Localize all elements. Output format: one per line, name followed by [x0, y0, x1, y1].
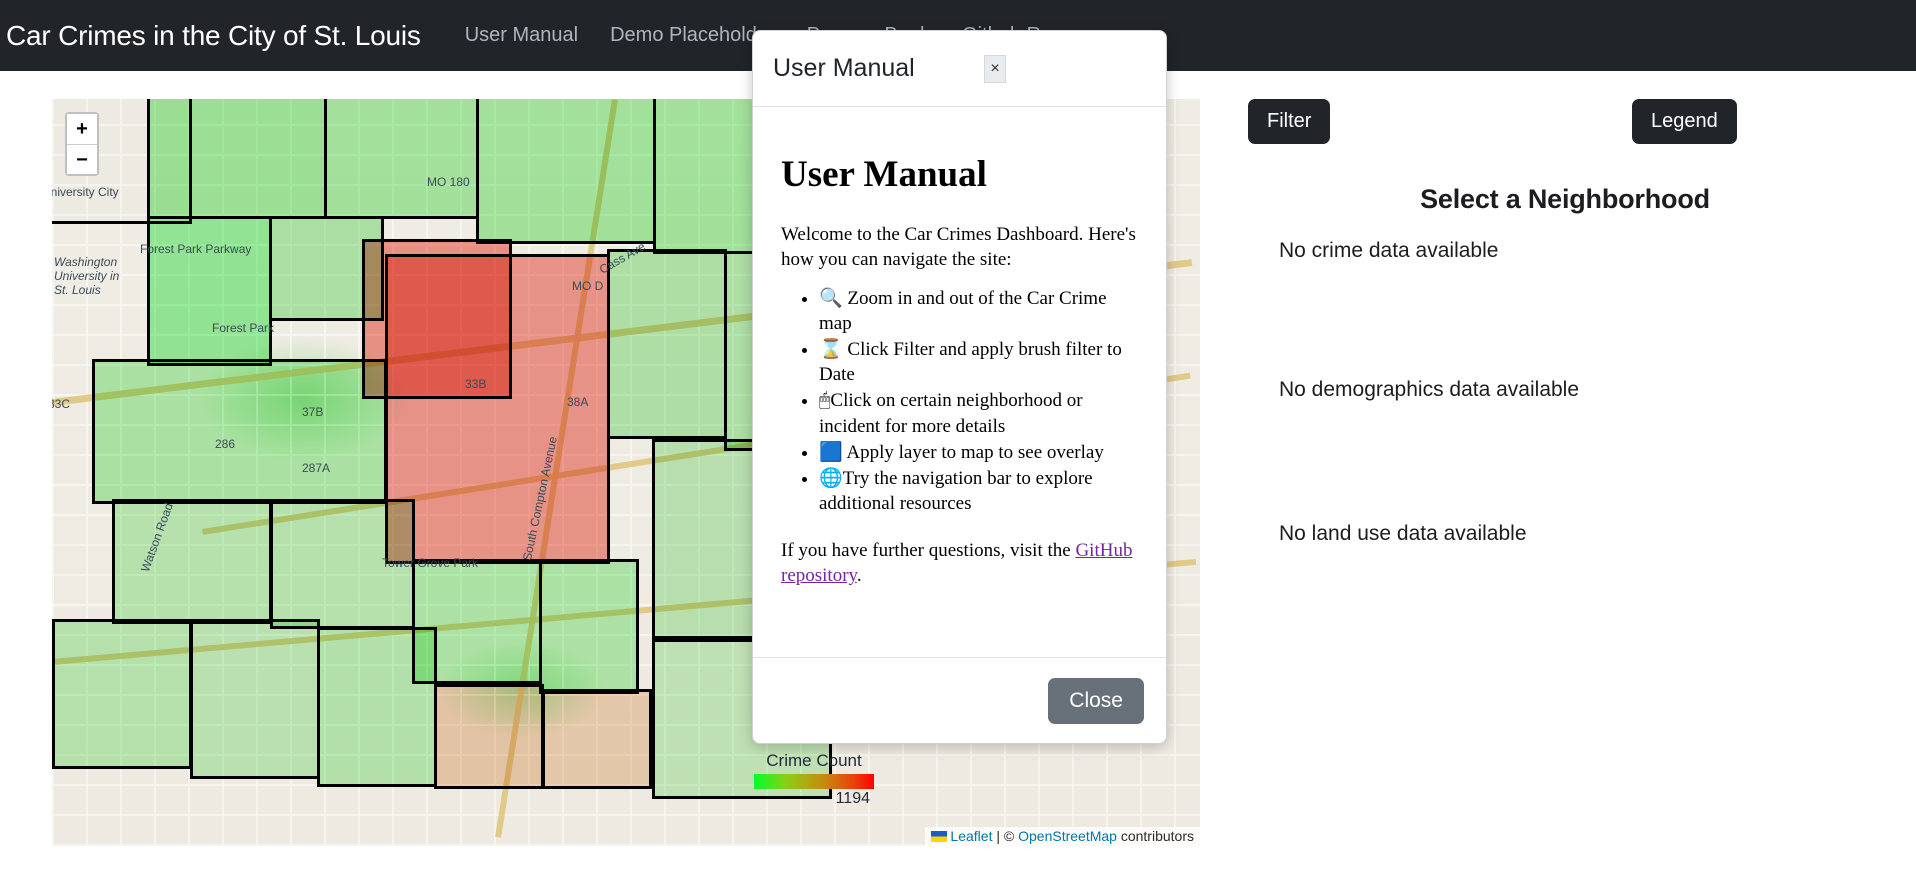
- map-zoom-control[interactable]: + −: [65, 112, 99, 176]
- neighborhood-polygon[interactable]: [52, 619, 192, 769]
- neighborhood-polygon[interactable]: [476, 99, 656, 244]
- outro-suffix: .: [856, 564, 862, 586]
- map-label: MO D: [572, 279, 604, 293]
- neighborhood-polygon-selected[interactable]: [385, 254, 610, 564]
- panel-button-row: Filter Legend: [1245, 99, 1885, 151]
- neighborhood-polygon[interactable]: [190, 619, 320, 779]
- zoom-in-button[interactable]: +: [67, 114, 97, 144]
- map-attribution: Leaflet | © OpenStreetMap contributors: [925, 827, 1200, 846]
- neighborhood-polygon[interactable]: [542, 689, 652, 789]
- close-icon[interactable]: ×: [984, 54, 1006, 83]
- list-item-text: Try the navigation bar to explore additi…: [819, 467, 1093, 514]
- modal-body: User Manual Welcome to the Car Crimes Da…: [753, 107, 1166, 657]
- magnifying-glass-icon: 🔍: [819, 288, 843, 310]
- neighborhood-polygon[interactable]: [147, 99, 327, 219]
- brand-title: Car Crimes in the City of St. Louis: [6, 19, 421, 51]
- list-item: 🌐Try the navigation bar to explore addit…: [819, 466, 1138, 516]
- filter-button[interactable]: Filter: [1248, 99, 1331, 144]
- map-label: MO 180: [427, 175, 470, 189]
- demographics-data-empty-message: No demographics data available: [1279, 378, 1580, 401]
- list-item-text: Click Filter and apply brush filter to D…: [819, 339, 1122, 386]
- manual-intro-text: Welcome to the Car Crimes Dashboard. Her…: [781, 224, 1136, 271]
- openstreetmap-link[interactable]: OpenStreetMap: [1018, 828, 1117, 844]
- modal-title: User Manual: [773, 54, 915, 82]
- attribution-separator: |: [992, 828, 1004, 844]
- map-label: 33C: [52, 397, 71, 411]
- modal-footer: Close: [753, 657, 1166, 743]
- close-button[interactable]: Close: [1048, 677, 1144, 724]
- map-label: Forest Park Parkway: [140, 242, 252, 256]
- list-item: ⌛ Click Filter and apply brush filter to…: [819, 337, 1138, 387]
- click-pointer-icon: 🖱: [819, 390, 831, 412]
- neighborhood-polygon[interactable]: [607, 249, 727, 439]
- neighborhood-polygon[interactable]: [317, 627, 437, 787]
- neighborhood-polygon[interactable]: [112, 499, 272, 624]
- ukraine-flag-icon: [931, 831, 948, 842]
- map-label: Washington University in St. Louis: [54, 255, 120, 297]
- neighborhood-polygon[interactable]: [92, 359, 387, 504]
- neighborhood-polygon[interactable]: [539, 559, 639, 694]
- legend-title: Crime Count: [766, 751, 862, 770]
- outro-prefix: If you have further questions, visit the: [781, 539, 1076, 561]
- blue-square-icon: 🟦: [819, 441, 843, 463]
- landuse-data-empty-message: No land use data available: [1279, 522, 1527, 545]
- user-manual-modal: User Manual × User Manual Welcome to the…: [752, 30, 1167, 744]
- globe-icon: 🌐: [819, 467, 843, 489]
- nav-link-user-manual[interactable]: User Manual: [449, 24, 594, 47]
- map-label: 286: [215, 437, 236, 451]
- details-panel: Filter Legend Select a Neighborhood No c…: [1245, 99, 1885, 859]
- map-label: 287A: [302, 461, 331, 475]
- copyright-symbol: ©: [1003, 828, 1019, 844]
- map-label: 37B: [302, 405, 324, 419]
- legend-button[interactable]: Legend: [1632, 99, 1737, 144]
- map-label: 33B: [465, 377, 487, 391]
- legend-gradient-bar: [754, 774, 874, 789]
- map-label: Tower Grove Park: [382, 556, 479, 570]
- manual-heading: User Manual: [781, 154, 987, 195]
- neighborhood-polygon[interactable]: [324, 99, 479, 219]
- legend-max-value: 1194: [835, 790, 870, 807]
- list-item-text: Zoom in and out of the Car Crime map: [819, 288, 1107, 335]
- map-label: Forest Park: [212, 321, 275, 335]
- map-label: 38A: [567, 395, 589, 409]
- modal-header: User Manual ×: [753, 31, 1166, 107]
- map-label: University City: [52, 185, 119, 199]
- manual-outro-text: If you have further questions, visit the…: [781, 538, 1138, 588]
- panel-heading: Select a Neighborhood: [1420, 184, 1710, 214]
- list-item: 🔍 Zoom in and out of the Car Crime map: [819, 286, 1138, 336]
- crime-count-legend: Crime Count 1194: [754, 751, 874, 808]
- manual-bullet-list: 🔍 Zoom in and out of the Car Crime map ⌛…: [781, 286, 1138, 516]
- list-item: 🖱Click on certain neighborhood or incide…: [819, 388, 1138, 438]
- neighborhood-polygon[interactable]: [147, 216, 272, 366]
- list-item-text: Apply layer to map to see overlay: [842, 441, 1104, 463]
- zoom-out-button[interactable]: −: [67, 144, 97, 174]
- neighborhood-polygon[interactable]: [434, 684, 544, 789]
- attribution-suffix: contributors: [1116, 828, 1194, 844]
- leaflet-link[interactable]: Leaflet: [950, 828, 992, 844]
- crime-data-empty-message: No crime data available: [1279, 239, 1499, 262]
- list-item-text: Click on certain neighborhood or inciden…: [819, 390, 1083, 437]
- hourglass-icon: ⌛: [819, 339, 843, 361]
- list-item: 🟦 Apply layer to map to see overlay: [819, 440, 1138, 465]
